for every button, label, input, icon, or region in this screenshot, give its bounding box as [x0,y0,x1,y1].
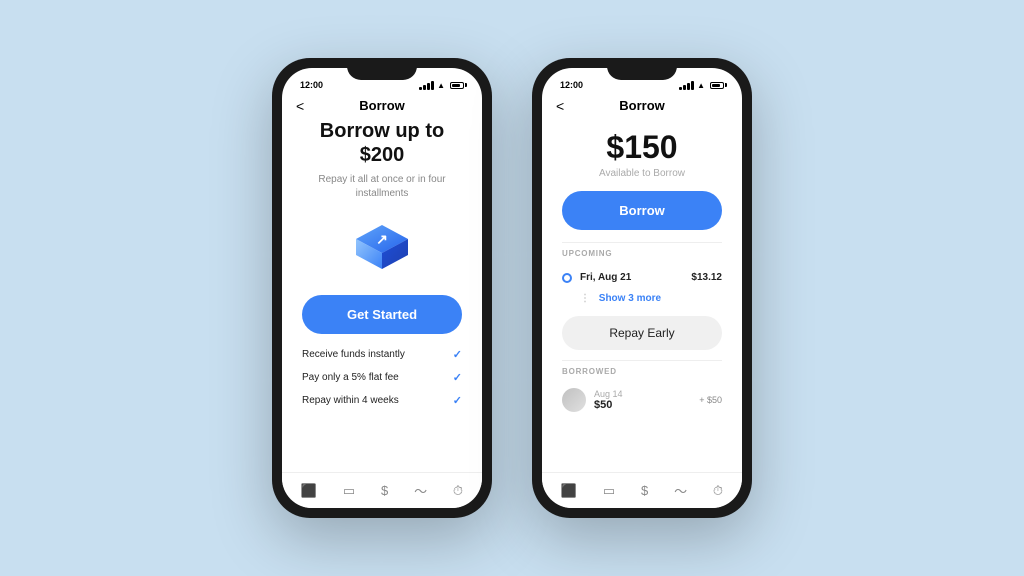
show-more-link[interactable]: ⋮ Show 3 more [542,291,742,312]
borrowed-date: Aug 14 [594,389,623,399]
feature-item-2: Pay only a 5% flat fee ✓ [302,371,462,384]
status-icons-1: ▲ [419,81,464,90]
repay-early-button[interactable]: Repay Early [562,316,722,350]
signal-2-2 [683,85,686,90]
battery-icon-1 [450,82,464,89]
amount-section: $150 Available to Borrow [542,119,742,191]
battery-icon-2 [710,82,724,89]
nav-bar-1: < Borrow [282,94,482,119]
tab-clock-1[interactable]: ⏱ [453,483,463,499]
upcoming-item: Fri, Aug 21 $13.12 [542,264,742,291]
feature-check-1: ✓ [453,348,462,361]
upcoming-label: UPCOMING [542,243,742,264]
borrowed-label: BORROWED [542,361,742,382]
borrow-icon-container: ↗ [350,215,414,279]
borrow-btn-section: Borrow [542,191,742,242]
battery-fill-1 [452,84,460,87]
signal-2-1 [679,87,682,90]
borrow-heading: Borrow up to $200 [302,119,462,167]
phone1-content: Borrow up to $200 Repay it all at once o… [282,119,482,472]
upcoming-date: Fri, Aug 21 [580,272,631,283]
tab-home-1[interactable]: ⬛ [301,483,317,499]
show-more-text: Show 3 more [599,293,661,304]
signal-4 [431,81,434,90]
phone-2-screen: 12:00 ▲ < Borrow $150 Available [542,68,742,508]
upcoming-left: Fri, Aug 21 [562,272,631,283]
tab-card-1[interactable]: ▭ [343,483,355,499]
upcoming-amount: $13.12 [691,272,722,283]
back-button-1[interactable]: < [296,98,304,114]
tab-bar-2: ⬛ ▭ $ 〜 ⏱ [542,472,742,508]
borrowed-change: + $50 [699,395,722,405]
borrow-amount: $150 [562,129,722,166]
feature-check-2: ✓ [453,371,462,384]
phone-2: 12:00 ▲ < Borrow $150 Available [532,58,752,518]
feature-label-2: Pay only a 5% flat fee [302,372,399,383]
tab-bar-1: ⬛ ▭ $ 〜 ⏱ [282,472,482,508]
feature-list: Receive funds instantly ✓ Pay only a 5% … [302,348,462,407]
signal-2-4 [691,81,694,90]
tab-clock-2[interactable]: ⏱ [713,483,723,499]
battery-fill-2 [712,84,720,87]
borrow-subtext: Repay it all at once or in four installm… [302,173,462,201]
borrowed-avatar [562,388,586,412]
feature-item-3: Repay within 4 weeks ✓ [302,394,462,407]
signal-3 [427,83,430,90]
status-time-1: 12:00 [300,80,323,90]
back-button-2[interactable]: < [556,98,564,114]
borrowed-info: Aug 14 $50 [594,389,623,411]
nav-title-2: Borrow [619,98,665,113]
wifi-icon-1: ▲ [437,81,445,90]
icon-arrow-symbol: ↗ [376,231,388,247]
phone-1: 12:00 ▲ < Borrow Borrow up to $200 [272,58,492,518]
dots-icon: ⋮ [580,293,590,304]
upcoming-circle-icon [562,273,572,283]
tab-card-2[interactable]: ▭ [603,483,615,499]
borrowed-value: $50 [594,399,623,411]
borrow-arrow-icon: ↗ [350,215,414,279]
borrowed-left: Aug 14 $50 [562,388,623,412]
feature-check-3: ✓ [453,394,462,407]
get-started-button[interactable]: Get Started [302,295,462,334]
tab-home-2[interactable]: ⬛ [561,483,577,499]
signal-2-3 [687,83,690,90]
borrowed-item: Aug 14 $50 + $50 [542,382,742,418]
feature-label-1: Receive funds instantly [302,349,405,360]
feature-label-3: Repay within 4 weeks [302,395,399,406]
nav-bar-2: < Borrow [542,94,742,119]
tab-chart-1[interactable]: 〜 [414,481,427,500]
tab-dollar-2[interactable]: $ [641,483,648,498]
tab-dollar-1[interactable]: $ [381,483,388,498]
borrow-button[interactable]: Borrow [562,191,722,230]
phone-1-screen: 12:00 ▲ < Borrow Borrow up to $200 [282,68,482,508]
tab-chart-2[interactable]: 〜 [674,481,687,500]
notch-1 [347,58,417,80]
status-icons-2: ▲ [679,81,724,90]
signal-1 [419,87,422,90]
signal-2 [423,85,426,90]
wifi-icon-2: ▲ [697,81,705,90]
nav-title-1: Borrow [359,98,405,113]
notch-2 [607,58,677,80]
status-time-2: 12:00 [560,80,583,90]
feature-item-1: Receive funds instantly ✓ [302,348,462,361]
amount-label: Available to Borrow [562,168,722,179]
